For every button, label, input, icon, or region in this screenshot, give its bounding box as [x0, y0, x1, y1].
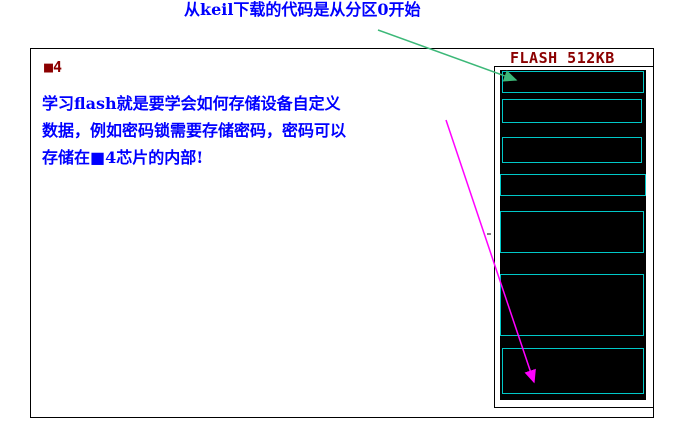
caption-to-sector0-arrow: [377, 29, 518, 82]
arrow-overlay: [377, 29, 536, 384]
description-to-bottom-sector-arrow: [445, 119, 536, 384]
